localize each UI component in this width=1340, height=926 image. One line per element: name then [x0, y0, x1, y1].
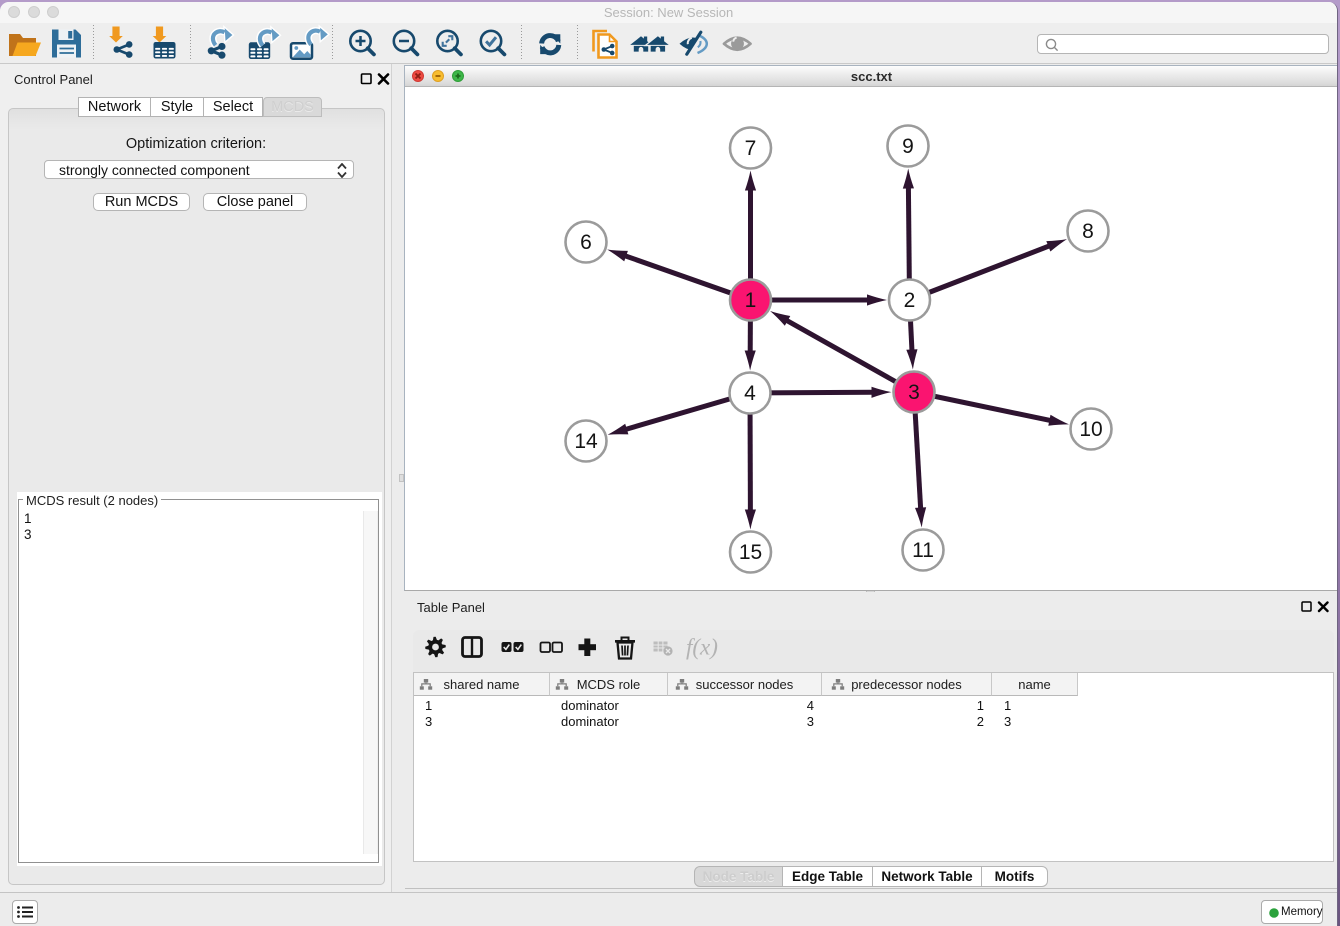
svg-text:1: 1: [745, 289, 757, 312]
svg-text:8: 8: [1082, 220, 1094, 243]
svg-text:3: 3: [908, 381, 920, 404]
svg-text:6: 6: [580, 231, 592, 254]
svg-text:11: 11: [912, 539, 934, 562]
svg-text:7: 7: [745, 137, 757, 160]
svg-text:f(x): f(x): [686, 635, 718, 660]
svg-text:15: 15: [739, 541, 762, 564]
svg-text:9: 9: [902, 135, 914, 158]
svg-text:2: 2: [904, 289, 916, 312]
svg-text:14: 14: [574, 430, 598, 453]
svg-text:10: 10: [1079, 418, 1102, 441]
svg-text:4: 4: [744, 382, 756, 405]
